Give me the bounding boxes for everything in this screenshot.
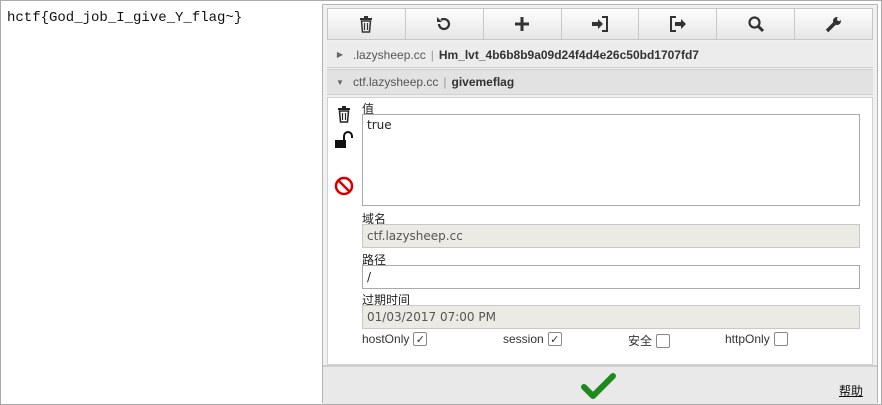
secure-checkbox[interactable]: 安全 (628, 332, 671, 349)
cookie-row[interactable]: ▶ .lazysheep.cc | Hm_lvt_4b6b8b9a09d24f4… (327, 42, 873, 68)
trash-icon (360, 16, 373, 33)
empty-checkbox-icon (656, 333, 671, 348)
empty-checkbox-icon (773, 332, 788, 346)
session-checkbox[interactable]: session ✓ (503, 332, 562, 346)
refresh-icon (437, 17, 451, 31)
httponly-checkbox[interactable]: httpOnly (725, 332, 788, 346)
import-button[interactable] (562, 9, 640, 39)
httponly-label: httpOnly (725, 332, 770, 346)
separator: | (430, 47, 434, 62)
block-icon (334, 176, 354, 196)
sign-in-icon (592, 16, 608, 32)
hostonly-label: hostOnly (362, 332, 410, 346)
separator: | (443, 75, 447, 89)
sign-out-icon (669, 16, 686, 32)
search-button[interactable] (717, 9, 796, 39)
block-cookie-button[interactable] (334, 176, 354, 196)
unlock-icon (335, 131, 353, 148)
reset-button[interactable] (406, 9, 484, 39)
page-flag-text: hctf{God_job_I_give_Y_flag~} (7, 10, 243, 26)
plus-icon (515, 17, 530, 31)
save-button[interactable] (581, 372, 617, 400)
domain-field[interactable]: ctf.lazysheep.cc (362, 224, 860, 248)
help-link[interactable]: 帮助 (839, 382, 863, 399)
cookie-editor-popup: ▶ .lazysheep.cc | Hm_lvt_4b6b8b9a09d24f4… (322, 4, 878, 404)
cookie-name: givemeflag (451, 75, 515, 89)
path-field[interactable]: / (362, 265, 860, 289)
session-label: session (503, 332, 544, 346)
check-icon: ✓ (547, 332, 562, 346)
expires-field[interactable]: 01/03/2017 07:00 PM (362, 305, 860, 329)
cookie-domain: ctf.lazysheep.cc (353, 75, 439, 89)
trash-icon (338, 106, 350, 123)
cookie-edit-panel: 值 true 域名 ctf.lazysheep.cc 路径 / 过期时间 01/… (327, 97, 873, 365)
delete-all-button[interactable] (328, 9, 406, 39)
cookie-domain: .lazysheep.cc (353, 47, 426, 62)
add-cookie-button[interactable] (484, 9, 562, 39)
checkmark-icon (581, 373, 616, 399)
secure-label: 安全 (628, 334, 653, 348)
delete-cookie-button[interactable] (334, 104, 354, 124)
cookie-row-expanded[interactable]: ▼ ctf.lazysheep.cc | givemeflag (327, 69, 873, 95)
hostonly-checkbox[interactable]: hostOnly ✓ (362, 332, 428, 346)
search-icon (748, 16, 764, 33)
caret-down-icon: ▼ (336, 77, 344, 87)
settings-button[interactable] (795, 9, 872, 39)
toolbar (327, 8, 873, 40)
cookie-name: Hm_lvt_4b6b8b9a09d24f4d4e26c50bd1707fd7 (438, 47, 699, 62)
lock-cookie-button[interactable] (334, 130, 354, 150)
value-textarea[interactable]: true (362, 114, 860, 206)
caret-right-icon: ▶ (336, 50, 344, 59)
check-icon: ✓ (413, 332, 428, 346)
wrench-icon (825, 17, 841, 33)
export-button[interactable] (639, 9, 718, 39)
footer-bar: 帮助 (323, 365, 877, 404)
